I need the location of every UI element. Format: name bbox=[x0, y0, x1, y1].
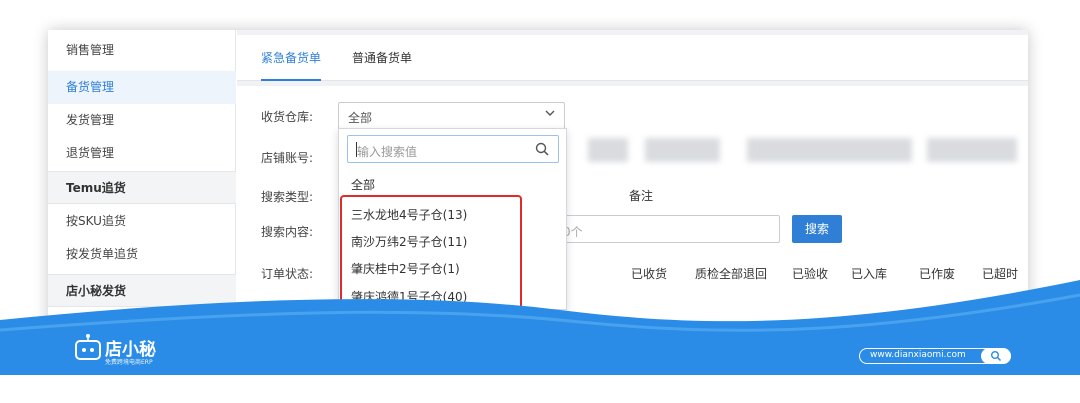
sidebar-item-track-by-shipment[interactable]: 按发货单追货 bbox=[48, 238, 236, 271]
screenshot-stage: 销售管理 备货管理 发货管理 退货管理 Temu追货 按SKU追货 按发货单追货… bbox=[0, 0, 1080, 403]
site-url: www.dianxiaomi.com bbox=[870, 350, 966, 360]
search-button[interactable]: 搜索 bbox=[792, 215, 842, 243]
order-status-received[interactable]: 已收货 bbox=[631, 265, 667, 282]
order-status-overdue[interactable]: 已超时 bbox=[982, 265, 1018, 282]
dropdown-search-placeholder: 输入搜索值 bbox=[357, 145, 418, 159]
tab-normal-stock-orders[interactable]: 普通备货单 bbox=[352, 35, 412, 81]
order-status-qc-returned[interactable]: 质检全部退回 bbox=[695, 265, 767, 282]
brand-slogan: 免费跨境电商ERP bbox=[105, 359, 153, 366]
sidebar: 销售管理 备货管理 发货管理 退货管理 Temu追货 按SKU追货 按发货单追货… bbox=[48, 30, 236, 375]
sidebar-item-returns[interactable]: 退货管理 bbox=[48, 137, 236, 170]
qc-status-label: 质检状态: bbox=[261, 305, 314, 319]
blurred-shop-account bbox=[588, 138, 628, 162]
warehouse-select-value: 全部 bbox=[348, 111, 373, 125]
search-type-label: 搜索类型: bbox=[261, 190, 314, 204]
shop-account-label: 店铺账号: bbox=[261, 151, 314, 165]
blurred-shop-account bbox=[927, 138, 1017, 162]
sidebar-item-shipping[interactable]: 发货管理 bbox=[48, 104, 236, 137]
search-icon[interactable] bbox=[534, 141, 550, 157]
search-icon bbox=[991, 351, 1002, 362]
chevron-down-icon bbox=[545, 110, 555, 116]
order-status-stored[interactable]: 已入库 bbox=[851, 265, 887, 282]
tab-bar: 紧急备货单 普通备货单 bbox=[237, 35, 1028, 81]
highlight-annotation-box bbox=[340, 195, 522, 310]
ship-status-today[interactable]: 今日可发 bbox=[395, 342, 443, 359]
order-status-accepted[interactable]: 已验收 bbox=[792, 265, 828, 282]
ship-status-all[interactable]: 全部 bbox=[341, 339, 376, 360]
sidebar-item-track-by-sku[interactable]: 按SKU追货 bbox=[48, 205, 236, 238]
warehouse-select[interactable]: 全部 bbox=[338, 102, 565, 129]
blurred-shop-account bbox=[645, 138, 720, 162]
sidebar-group-dxm-shipping[interactable]: 店小秘发货 bbox=[48, 274, 236, 307]
sidebar-item-sales[interactable]: 销售管理 bbox=[48, 34, 236, 67]
url-search-button[interactable] bbox=[981, 348, 1011, 364]
dropdown-option-all[interactable]: 全部 bbox=[351, 176, 375, 193]
search-content-label: 搜索内容: bbox=[261, 225, 314, 239]
robot-logo-icon bbox=[75, 334, 101, 360]
blurred-shop-account bbox=[747, 138, 912, 162]
ship-status-not[interactable]: 不可发 bbox=[467, 342, 503, 359]
tab-urgent-stock-orders[interactable]: 紧急备货单 bbox=[261, 35, 322, 81]
search-content-input[interactable]: 0个 bbox=[558, 215, 780, 243]
warehouse-label: 收货仓库: bbox=[261, 110, 314, 124]
dropdown-search-input[interactable]: 输入搜索值 bbox=[347, 135, 559, 163]
order-status-label: 订单状态: bbox=[261, 267, 314, 281]
ship-status-label: 可发状态⑦: bbox=[261, 344, 324, 358]
site-url-search[interactable]: www.dianxiaomi.com bbox=[859, 348, 1011, 364]
search-type-remark[interactable]: 备注 bbox=[629, 187, 653, 204]
sidebar-group-temu-tracking[interactable]: Temu追货 bbox=[48, 171, 236, 204]
order-status-voided[interactable]: 已作废 bbox=[919, 265, 955, 282]
sidebar-item-stocking[interactable]: 备货管理 bbox=[48, 71, 236, 104]
